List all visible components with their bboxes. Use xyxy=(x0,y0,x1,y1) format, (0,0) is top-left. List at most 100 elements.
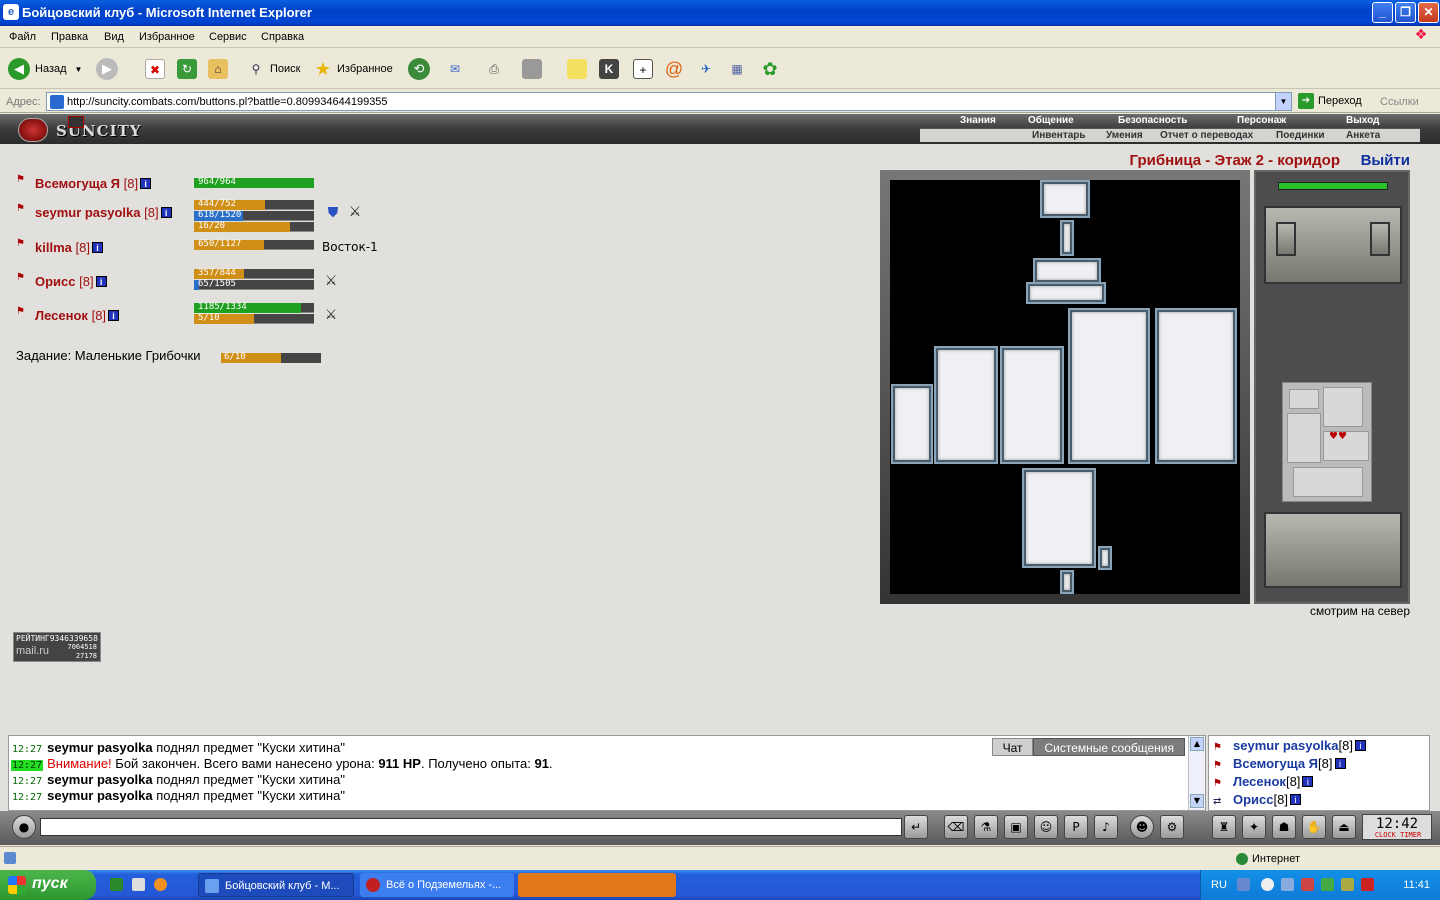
start-button[interactable]: пуск xyxy=(0,870,96,900)
mail-button[interactable]: ✉ xyxy=(445,55,465,83)
mail-ru-counter[interactable]: РЕЙТИНГ9346339658 mail.ru 7064518 27178 xyxy=(13,632,101,662)
chat-log[interactable]: 12:27 seymur pasyolka поднял предмет "Кус… xyxy=(8,735,1206,811)
info-icon[interactable]: i xyxy=(1289,794,1301,805)
icq-button[interactable]: ✿ xyxy=(760,55,780,83)
player-name[interactable]: Орисс [8] i xyxy=(35,274,107,289)
tab-chat[interactable]: Чат xyxy=(991,738,1034,756)
menu-view[interactable]: Вид xyxy=(104,31,124,43)
chat-scrollbar[interactable]: ▲ ▼ xyxy=(1188,736,1205,810)
chat-input[interactable] xyxy=(40,818,902,836)
turn-right-button[interactable] xyxy=(1370,222,1390,256)
refresh-button[interactable]: ↻ xyxy=(177,55,197,83)
menu-logout[interactable]: Выход xyxy=(1346,115,1379,126)
address-input[interactable]: http://suncity.combats.com/buttons.pl?ba… xyxy=(46,92,1292,111)
dungeon-view[interactable] xyxy=(880,170,1250,604)
page-button[interactable]: + xyxy=(633,55,653,83)
action-icon-3[interactable]: ☗ xyxy=(1272,815,1296,839)
tray-icon[interactable] xyxy=(1321,878,1334,891)
player-name[interactable]: Всемогуща Я [8] i xyxy=(35,176,152,191)
forward-button[interactable]: ▶ xyxy=(96,55,118,83)
at-button[interactable]: @ xyxy=(664,55,684,83)
menu-knowledge[interactable]: Знания xyxy=(960,115,996,126)
menu-help[interactable]: Справка xyxy=(261,31,304,43)
online-player[interactable]: ⚑ Лесенок[8] i xyxy=(1213,774,1314,789)
task-button-combats[interactable]: Бойцовский клуб - M... xyxy=(198,873,354,897)
submenu-skills[interactable]: Умения xyxy=(1106,130,1143,141)
quicklaunch-icon-1[interactable] xyxy=(110,878,123,891)
task-button-flashing[interactable] xyxy=(518,873,676,897)
crossed-swords-icon[interactable]: ⚔ xyxy=(322,272,340,290)
info-icon[interactable]: i xyxy=(1302,776,1314,787)
close-button[interactable]: ✕ xyxy=(1418,2,1439,23)
action-icon-2[interactable]: ✦ xyxy=(1242,815,1266,839)
info-icon[interactable]: i xyxy=(160,207,172,218)
submenu-inventory[interactable]: Инвентарь xyxy=(1032,130,1086,141)
favorites-button[interactable]: ★ Избранное xyxy=(313,55,393,83)
links-button[interactable]: Ссылки xyxy=(1380,96,1419,108)
info-icon[interactable]: i xyxy=(140,178,152,189)
back-button[interactable]: ◀ Назад ▼ xyxy=(8,55,82,83)
player-name[interactable]: seymur pasyolka [8] i xyxy=(35,205,172,220)
go-button[interactable]: ➔ Переход xyxy=(1298,93,1362,109)
print-button[interactable]: ⎙ xyxy=(484,55,504,83)
online-player[interactable]: ⚑ Всемогуща Я[8] i xyxy=(1213,756,1346,771)
language-indicator[interactable]: RU xyxy=(1211,879,1227,891)
smile-icon[interactable]: ☻ xyxy=(1130,815,1154,839)
pl-icon[interactable]: P xyxy=(1064,815,1088,839)
submenu-profile[interactable]: Анкета xyxy=(1346,130,1380,141)
home-button[interactable]: ⌂ xyxy=(208,55,228,83)
menu-tools[interactable]: Сервис xyxy=(209,31,247,43)
filter-icon[interactable]: ⚗ xyxy=(974,815,998,839)
save-icon[interactable]: ▣ xyxy=(1004,815,1028,839)
history-button[interactable]: ⟲ xyxy=(408,55,430,83)
menu-character[interactable]: Персонаж xyxy=(1237,115,1286,126)
tray-icon[interactable] xyxy=(1361,878,1374,891)
shield-icon[interactable]: ⛊ xyxy=(324,204,342,222)
online-player[interactable]: ⚑ seymur pasyolka[8] i xyxy=(1213,738,1366,753)
smiley-menu-icon[interactable]: ● xyxy=(12,815,36,839)
submenu-battles[interactable]: Поединки xyxy=(1276,130,1325,141)
action-icon-4[interactable]: ✋ xyxy=(1302,815,1326,839)
k-button[interactable]: K xyxy=(599,55,619,83)
exit-icon[interactable]: ⏏ xyxy=(1332,815,1356,839)
info-icon[interactable]: i xyxy=(108,310,120,321)
exit-link[interactable]: Выйти xyxy=(1361,152,1410,169)
notes-button[interactable] xyxy=(567,55,587,83)
address-dropdown-icon[interactable]: ▼ xyxy=(1275,92,1292,111)
tray-icon[interactable] xyxy=(1261,878,1274,891)
menu-security[interactable]: Безопасность xyxy=(1118,115,1187,126)
person-icon[interactable]: ☺ xyxy=(1034,815,1058,839)
info-icon[interactable]: i xyxy=(95,276,107,287)
tray-icon[interactable] xyxy=(1237,878,1250,891)
tray-icon[interactable] xyxy=(1281,878,1294,891)
search-button[interactable]: ⚲ Поиск xyxy=(246,55,301,83)
crossed-swords-icon[interactable]: ⚔ xyxy=(346,203,364,221)
maximize-button[interactable]: ❐ xyxy=(1395,2,1416,23)
menu-edit[interactable]: Правка xyxy=(51,31,88,43)
task-button-dungeons[interactable]: Всё о Подземельях -... xyxy=(360,873,514,897)
scroll-down-icon[interactable]: ▼ xyxy=(1190,794,1204,808)
settings-icon[interactable]: ⚙ xyxy=(1160,815,1184,839)
messenger-button[interactable]: ✈ xyxy=(696,55,716,83)
player-name[interactable]: killma [8] i xyxy=(35,240,103,255)
quicklaunch-icon-2[interactable] xyxy=(132,878,145,891)
crossed-swords-icon[interactable]: ⚔ xyxy=(322,306,340,324)
player-name[interactable]: Лесенок [8] i xyxy=(35,308,120,323)
quicklaunch-icon-3[interactable] xyxy=(154,878,167,891)
info-icon[interactable]: i xyxy=(1334,758,1346,769)
menu-favorites[interactable]: Избранное xyxy=(139,31,195,43)
send-icon[interactable]: ↵ xyxy=(904,815,928,839)
submenu-transfers[interactable]: Отчет о переводах xyxy=(1160,130,1253,141)
tray-icon[interactable] xyxy=(1341,878,1354,891)
tab-system-messages[interactable]: Системные сообщения xyxy=(1033,738,1185,756)
online-player[interactable]: ⇄ Орисс[8] i xyxy=(1213,792,1301,807)
info-icon[interactable]: i xyxy=(91,242,103,253)
stop-button[interactable]: ✖ xyxy=(145,55,165,83)
scroll-up-icon[interactable]: ▲ xyxy=(1190,737,1204,751)
minimize-button[interactable]: _ xyxy=(1372,2,1393,23)
tray-icon[interactable] xyxy=(1301,878,1314,891)
research-button[interactable]: ▦ xyxy=(727,55,747,83)
eraser-icon[interactable]: ⌫ xyxy=(944,815,968,839)
menu-file[interactable]: Файл xyxy=(9,31,36,43)
action-icon-1[interactable]: ♜ xyxy=(1212,815,1236,839)
